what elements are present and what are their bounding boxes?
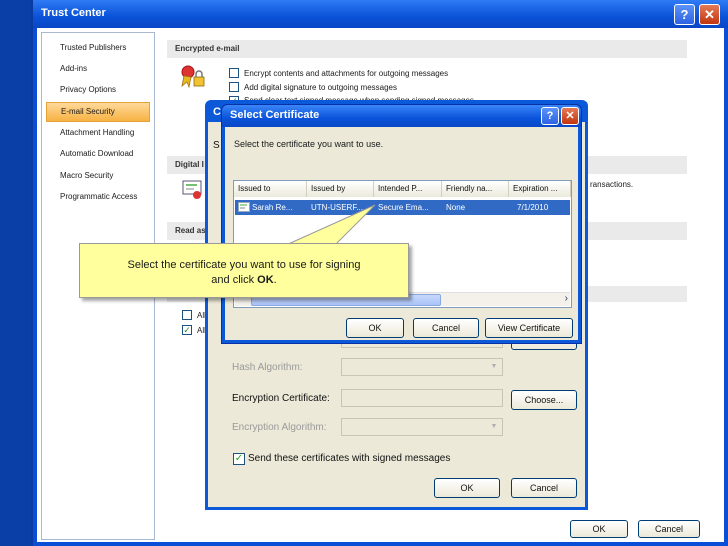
callout-line-2-prefix: and click <box>211 274 258 286</box>
callout-line-2-suffix: . <box>273 274 277 286</box>
callout-line-2: and click OK. <box>80 273 408 288</box>
callout-line-1: Select the certificate you want to use f… <box>127 259 361 271</box>
callout-ok-emphasis: OK <box>257 274 274 286</box>
instruction-callout: Select the certificate you want to use f… <box>79 243 409 298</box>
